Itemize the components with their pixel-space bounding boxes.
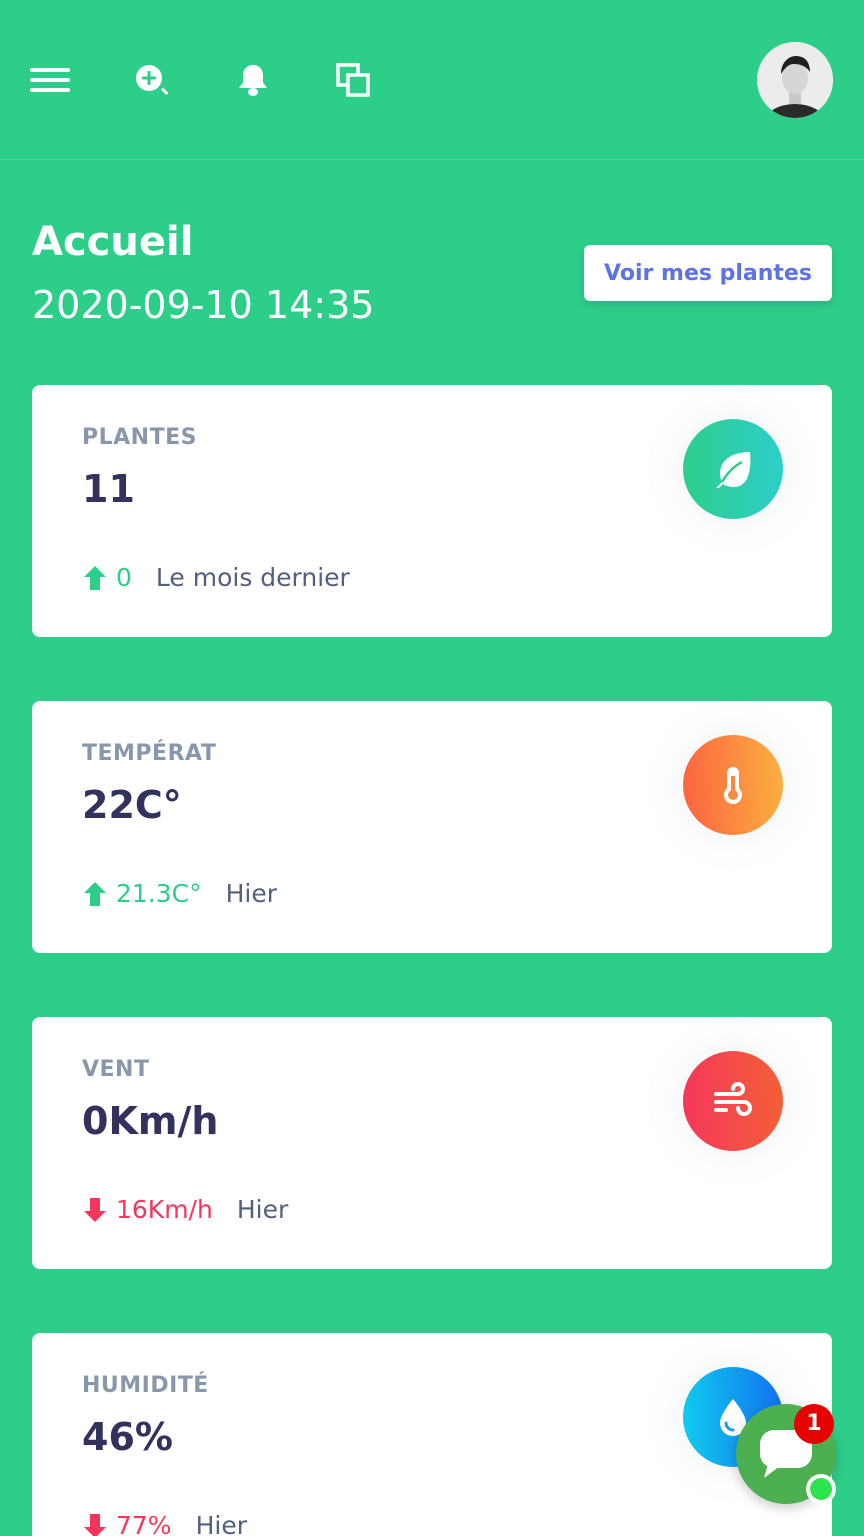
- card-delta: 0: [116, 563, 132, 592]
- card-value: 46%: [82, 1415, 173, 1459]
- card-value: 11: [82, 467, 135, 511]
- wind-icon: [683, 1051, 783, 1151]
- card-title: TEMPÉRAT: [82, 741, 217, 766]
- card-delta: 16Km/h: [116, 1195, 213, 1224]
- arrow-down-icon: [82, 1512, 108, 1536]
- online-status-indicator: [806, 1474, 836, 1504]
- card-footer: 0 Le mois dernier: [82, 563, 350, 592]
- stat-card-humidity: HUMIDITÉ 46% 77% Hier: [32, 1333, 832, 1536]
- card-since: Hier: [195, 1511, 247, 1536]
- card-title: PLANTES: [82, 425, 197, 450]
- arrow-up-icon: [82, 880, 108, 908]
- card-footer: 77% Hier: [82, 1511, 247, 1536]
- clone-icon[interactable]: [333, 60, 373, 100]
- avatar[interactable]: [757, 42, 833, 118]
- arrow-down-icon: [82, 1196, 108, 1224]
- hamburger-menu-icon[interactable]: [30, 60, 70, 100]
- card-footer: 16Km/h Hier: [82, 1195, 288, 1224]
- card-delta: 77%: [116, 1511, 172, 1536]
- card-delta: 21.3C°: [116, 879, 202, 908]
- view-plants-button[interactable]: Voir mes plantes: [584, 245, 832, 301]
- page-title: Accueil: [32, 219, 194, 265]
- card-value: 22C°: [82, 783, 182, 827]
- stat-card-plants: PLANTES 11 0 Le mois dernier: [32, 385, 832, 637]
- stat-card-wind: VENT 0Km/h 16Km/h Hier: [32, 1017, 832, 1269]
- leaf-icon: [683, 419, 783, 519]
- card-since: Le mois dernier: [155, 563, 350, 592]
- arrow-up-icon: [82, 564, 108, 592]
- zoom-in-icon[interactable]: [132, 60, 172, 100]
- card-title: VENT: [82, 1057, 150, 1082]
- stat-card-temperature: TEMPÉRAT 22C° 21.3C° Hier: [32, 701, 832, 953]
- card-footer: 21.3C° Hier: [82, 879, 277, 908]
- card-since: Hier: [225, 879, 278, 908]
- thermometer-icon: [683, 735, 783, 835]
- top-navbar: [0, 0, 864, 160]
- card-title: HUMIDITÉ: [82, 1373, 209, 1398]
- page-datetime: 2020-09-10 14:35: [32, 283, 375, 327]
- card-value: 0Km/h: [82, 1099, 219, 1143]
- dashboard-page: Accueil 2020-09-10 14:35 Voir mes plante…: [0, 0, 864, 1536]
- chat-notification-badge: 1: [794, 1404, 834, 1444]
- card-since: Hier: [236, 1195, 289, 1224]
- bell-icon[interactable]: [233, 60, 273, 100]
